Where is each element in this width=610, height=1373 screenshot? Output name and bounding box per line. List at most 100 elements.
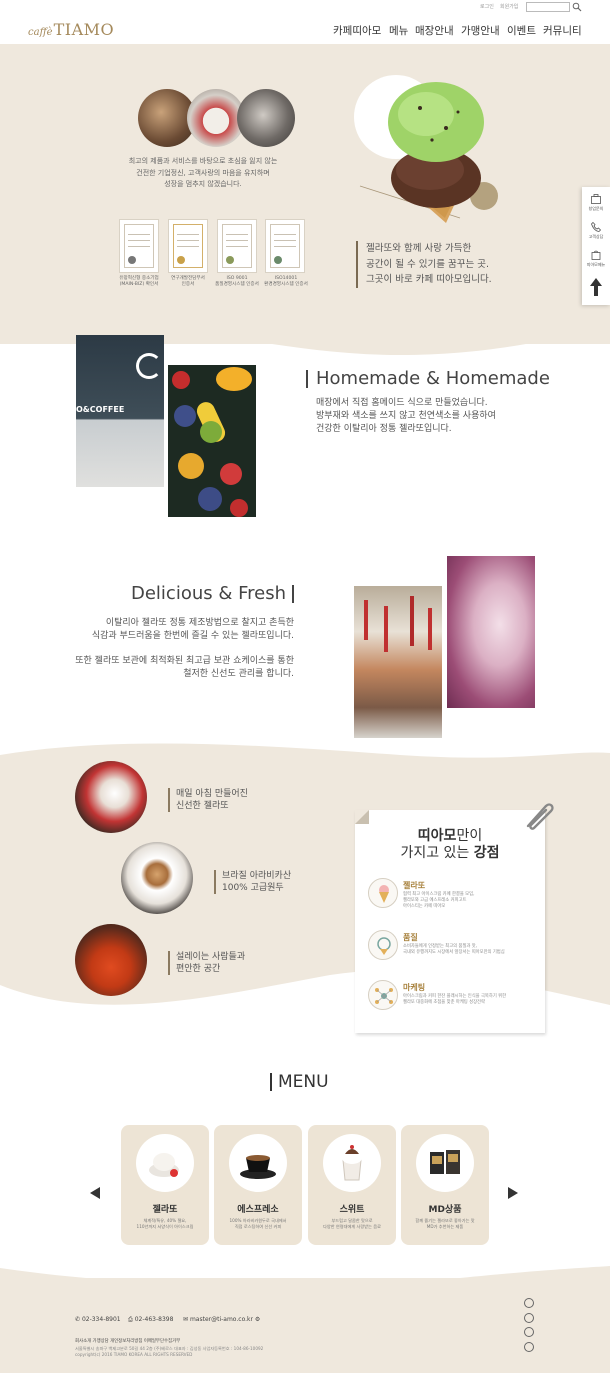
logo[interactable]: caffèTIAMO xyxy=(28,20,114,39)
footer-links[interactable]: 회사소개 가맹상담 개인정보처리방침 이메일무단수집거부 xyxy=(75,1338,180,1344)
intro-text-line: 최고의 제품과 서비스를 바탕으로 초심을 잃지 않는 xyxy=(128,157,278,165)
row-title-gelato: 젤라또 xyxy=(403,881,426,890)
phone-icon: ✆ xyxy=(75,1316,82,1323)
menu-desc: 체계적/특유, 40% 젤요, 110년까지 서양식이 아이스크림 xyxy=(123,1218,207,1230)
cert-caption: ISO 9001 품질경영시스템 인증서 xyxy=(209,276,265,288)
row-title-quality: 품질 xyxy=(403,933,418,942)
menu-name: MD상품 xyxy=(428,1205,462,1215)
certificate-iso9001[interactable] xyxy=(217,219,257,273)
intro-section xyxy=(0,44,610,344)
search-input[interactable] xyxy=(526,2,570,12)
paper-title-text: 가지고 있는 xyxy=(400,845,474,861)
showcase-photo xyxy=(354,586,442,738)
menu-desc: 100% 아라비카원두로 국내에서 직접 로스팅하여 신선 커피 xyxy=(216,1218,300,1230)
espresso-product-photo xyxy=(229,1134,287,1192)
cert-caption: 유망혁신형 중소기업 (MAIN-BIZ) 확인서 xyxy=(112,276,166,288)
menu-card-sweet[interactable]: 스위트 부드럽고 달콤한 맛으로 다양한 연령대에게 사랑받는 음료 xyxy=(308,1125,396,1245)
menu-card-gelato[interactable]: 젤라또 체계적/특유, 40% 젤요, 110년까지 서양식이 아이스크림 xyxy=(121,1125,209,1245)
strength-coffee: 브라질 아라비카산 100% 고급원두 xyxy=(214,870,291,894)
arrow-up-icon xyxy=(590,278,602,296)
text-line: 신선한 젤라또 xyxy=(176,801,229,811)
text-line: 젤라또 대중화에 초점을 맞춘 마케팅 성장전략 xyxy=(403,1000,485,1005)
logo-name: TIAMO xyxy=(53,20,115,39)
text-line: 설레이는 사람들과 xyxy=(176,952,246,962)
row-desc-marketing: 아이스크림과 커피 한잔 플래시하는 인식을 극복하기 위한 젤라또 대중화에 … xyxy=(403,994,535,1006)
text-line: 브라질 아라비카산 xyxy=(222,871,292,881)
fax-icon: ⎙ xyxy=(128,1316,135,1323)
nav-menu[interactable]: 메뉴 xyxy=(389,23,408,38)
coffee-circle-photo xyxy=(121,842,193,914)
store-photo: O&COFFEE xyxy=(76,335,164,487)
instagram-icon[interactable] xyxy=(524,1298,534,1308)
quick-menu: 창업문의 고객상담 띠아모메뉴 xyxy=(582,187,610,305)
menu-desc: 부드럽고 달콤한 맛으로 다양한 연령대에게 사랑받는 음료 xyxy=(310,1218,394,1230)
text-line: 아이스티는 카페 띠아모 xyxy=(403,904,446,909)
cert-caption-line: 품질경영시스템 인증서 xyxy=(215,282,259,287)
paperclip-icon xyxy=(526,803,554,830)
text-line: 편안한 공간 xyxy=(176,964,221,974)
cert-caption-line: (MAIN-BIZ) 확인서 xyxy=(119,282,159,287)
blog-icon[interactable] xyxy=(524,1327,534,1337)
quick-franchise[interactable]: 창업문의 xyxy=(582,193,610,212)
menu-prev-arrow-icon[interactable] xyxy=(90,1187,100,1199)
nav-community[interactable]: 커뮤니티 xyxy=(543,23,582,38)
row-desc-quality: 소비자들에게 인정받는 최고의 품질과 맛, 국내외 유행까지도 시장에서 앞장… xyxy=(403,944,535,956)
email-text: master@ti-amo.co.kr xyxy=(189,1316,253,1323)
briefcase-icon xyxy=(591,194,601,204)
certificate-mainbiz[interactable] xyxy=(119,219,159,273)
footer-email[interactable]: ✉ master@ti-amo.co.kr ⚙ xyxy=(183,1316,260,1323)
gelato-cone-image xyxy=(359,82,484,223)
menu-card-espresso[interactable]: 에스프레소 100% 아라비카원두로 국내에서 직접 로스팅하여 신선 커피 xyxy=(214,1125,302,1245)
facebook-icon[interactable] xyxy=(524,1313,534,1323)
menu-desc: 함께 즐기는 젤라또로 좋아가는 맛 MD가 추천하는 제품 xyxy=(403,1218,487,1230)
marketing-network-icon xyxy=(368,980,398,1010)
text-line: 매장에서 직접 홈메이드 식으로 만들었습니다. xyxy=(316,398,488,408)
search-icon[interactable] xyxy=(572,2,582,12)
space-circle-photo xyxy=(75,924,147,996)
fruits-photo xyxy=(168,365,256,517)
quick-menu-link[interactable]: 띠아모메뉴 xyxy=(582,249,610,268)
menu-name: 에스프레소 xyxy=(237,1205,279,1215)
certificate-iso14001[interactable] xyxy=(265,219,305,273)
kakao-icon[interactable] xyxy=(524,1342,534,1352)
cert-caption: 연구개발전담부서 인증서 xyxy=(161,276,215,288)
store-sign-text: O&COFFEE xyxy=(76,405,125,414)
menu-card-md[interactable]: MD상품 함께 즐기는 젤라또로 좋아가는 맛 MD가 추천하는 제품 xyxy=(401,1125,489,1245)
login-link[interactable]: 로그인 xyxy=(480,3,494,10)
gear-icon: ⚙ xyxy=(253,1316,261,1323)
md-product-photo xyxy=(416,1134,474,1192)
fresh-text-1: 이탈리아 젤라또 정통 제조방법으로 찰지고 촌득한 식감과 부드러움을 한번에… xyxy=(40,617,294,643)
site-header: 로그인 회원가입 caffèTIAMO 카페띠아모 메뉴 매장안내 가맹안내 이… xyxy=(0,0,610,44)
text-line: 또한 젤라또 보관에 최적화된 최고급 보관 쇼케이스를 통한 xyxy=(75,656,294,666)
row-title-marketing: 마케팅 xyxy=(403,983,426,992)
menu-next-arrow-icon[interactable] xyxy=(508,1187,518,1199)
paper-title-text: 만이 xyxy=(456,828,483,844)
strength-gelato: 매일 아침 만들어진 신선한 젤라또 xyxy=(168,788,248,812)
gelato-product-photo xyxy=(136,1134,194,1192)
text-line: 식감과 부드러움을 한번에 즐길 수 있는 젤라또입니다. xyxy=(91,631,294,641)
fresh-text-2: 또한 젤라또 보관에 최적화된 최고급 보관 쇼케이스를 통한 철저한 신선도 … xyxy=(20,655,294,681)
certificate-rnd[interactable] xyxy=(168,219,208,273)
quick-label: 창업문의 xyxy=(588,206,604,211)
quick-consult[interactable]: 고객상담 xyxy=(582,221,610,240)
scroll-top-button[interactable] xyxy=(582,277,610,299)
site-footer xyxy=(0,1278,610,1373)
homemade-title: Homemade & Homemade xyxy=(306,370,550,388)
intro-text: 최고의 제품과 서비스를 바탕으로 초심을 잃지 않는 건전한 기업정신, 고객… xyxy=(110,156,296,191)
cert-caption-line: 인증서 xyxy=(181,282,195,287)
text-line: 방부재와 색소를 쓰지 않고 천연색소를 사용하여 xyxy=(316,411,496,421)
text-line: 110년까지 서양식이 아이스크림 xyxy=(136,1224,194,1229)
paper-title: 띠아모만이 가지고 있는 강점 xyxy=(355,828,545,862)
nav-event[interactable]: 이벤트 xyxy=(507,23,536,38)
footer-phone: ✆ 02-334-8901 xyxy=(75,1316,121,1323)
join-link[interactable]: 회원가입 xyxy=(500,3,518,10)
nav-stores[interactable]: 매장안내 xyxy=(415,23,454,38)
phone-icon xyxy=(591,221,602,232)
nav-franchise[interactable]: 가맹안내 xyxy=(461,23,500,38)
logo-script: caffè xyxy=(28,27,53,38)
quality-badge-icon xyxy=(368,930,398,960)
footer-address: 서울특별시 송파구 백제고분로 50길 44 2층 (주)베로스 대표자 : 김… xyxy=(75,1346,263,1358)
quick-label: 고객상담 xyxy=(588,234,604,239)
nav-cafe[interactable]: 카페띠아모 xyxy=(333,23,381,38)
fresh-title: Delicious & Fresh xyxy=(131,585,295,603)
